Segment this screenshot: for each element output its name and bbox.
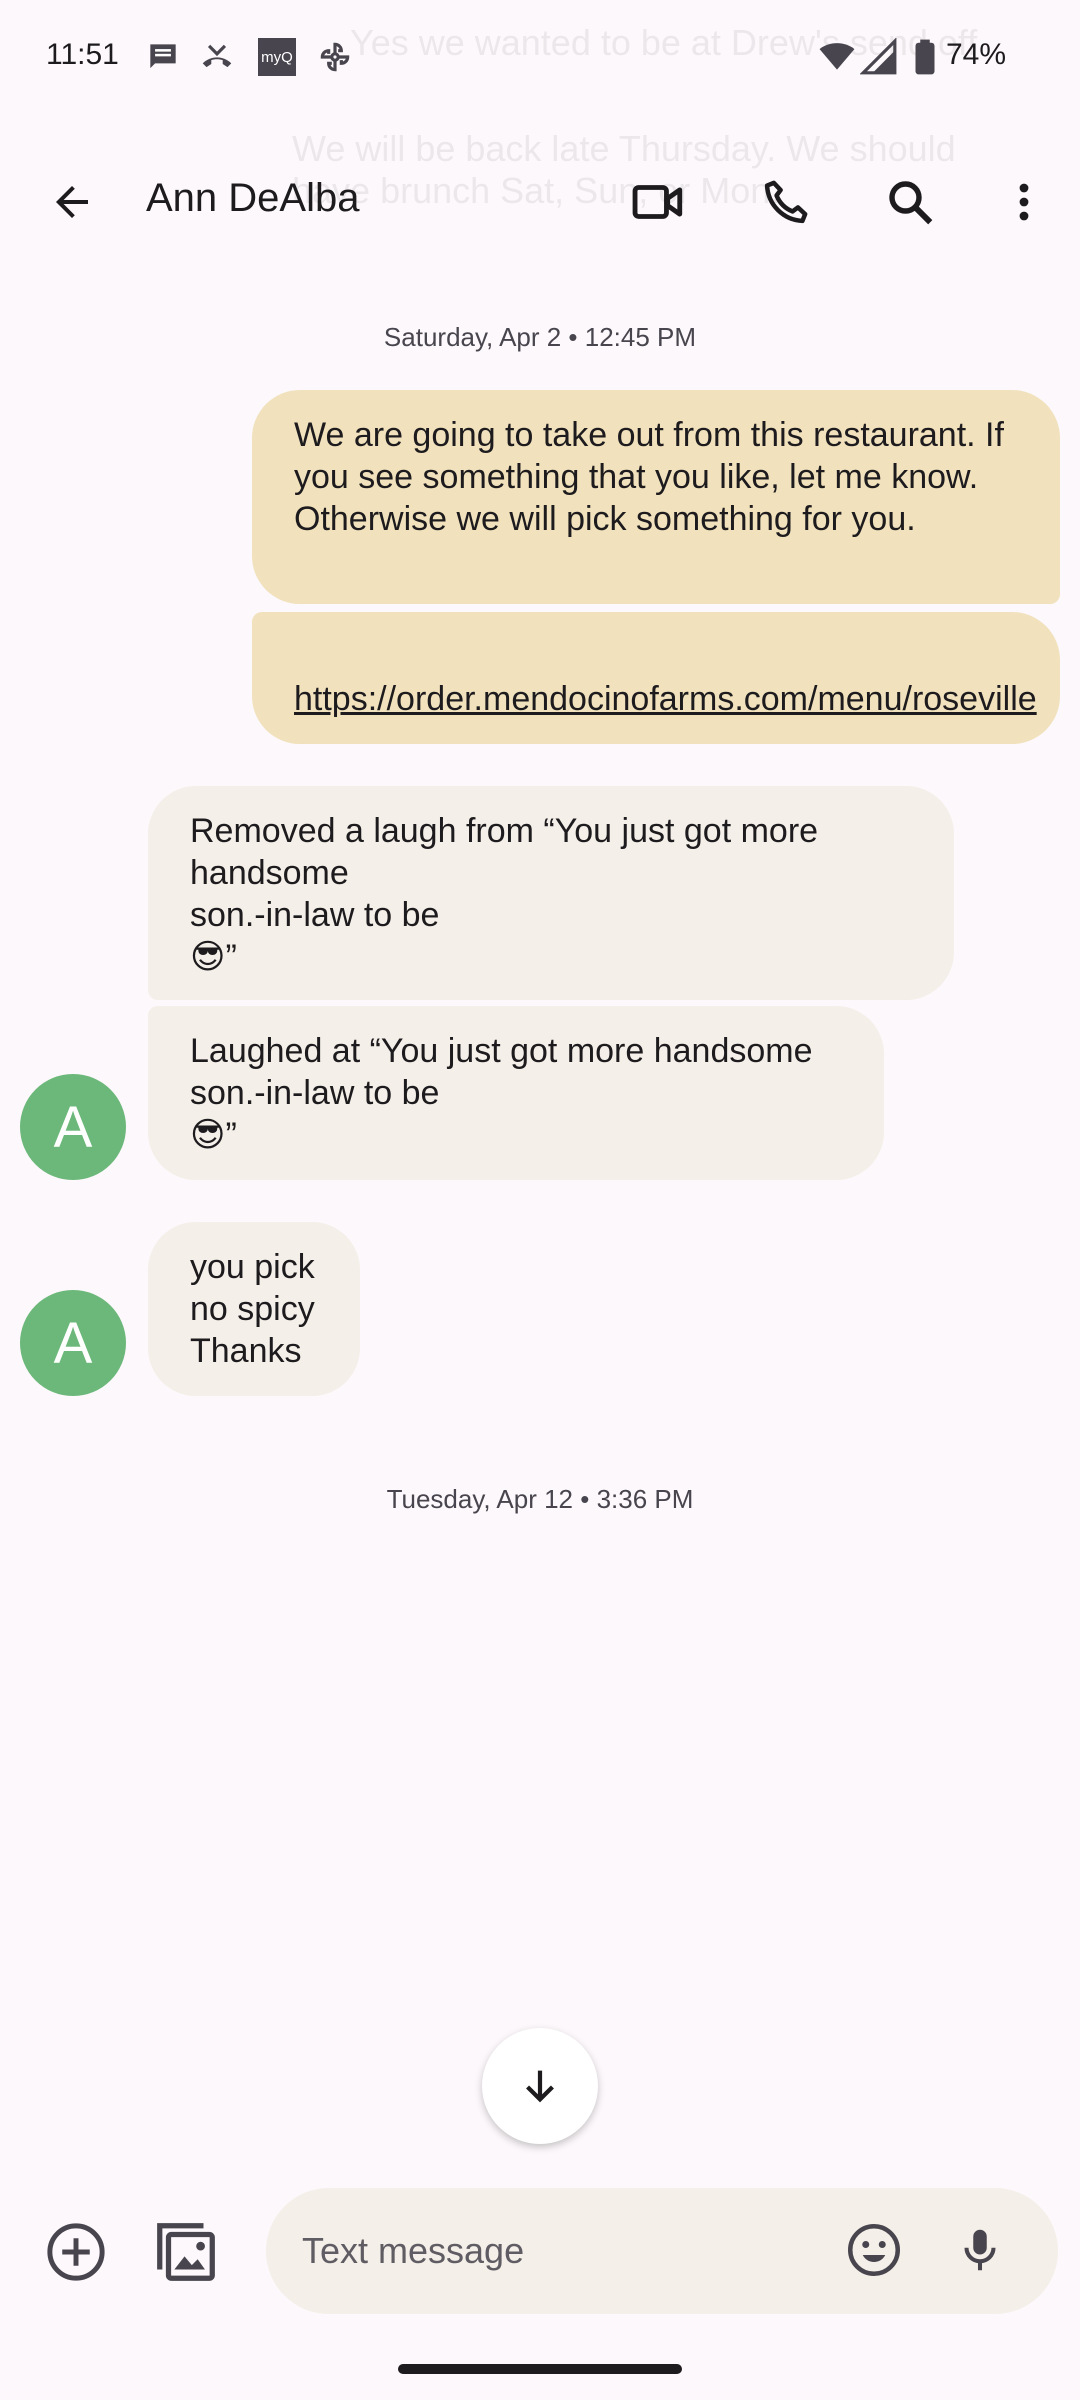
add-circle-icon	[43, 2219, 109, 2285]
message-timestamp: Tuesday, Apr 12 • 3:36 PM	[386, 1484, 694, 1514]
wifi-icon	[818, 38, 856, 76]
contact-avatar[interactable]: A	[20, 1290, 126, 1396]
search-icon	[883, 175, 937, 229]
add-attachment-button[interactable]	[34, 2210, 118, 2294]
more-options-button[interactable]	[982, 160, 1066, 244]
video-call-button[interactable]	[616, 160, 700, 244]
cell-signal-icon	[860, 38, 898, 76]
contact-name[interactable]: Ann DeAlba	[146, 176, 359, 221]
back-arrow-icon	[48, 178, 96, 226]
text-message-input[interactable]	[302, 2188, 802, 2314]
messages-notification-icon	[144, 38, 182, 76]
messages-app: Yes we wanted to be at Drew's send off W…	[0, 0, 1080, 2400]
voice-input-button[interactable]	[938, 2208, 1022, 2292]
mic-icon	[953, 2223, 1007, 2277]
search-button[interactable]	[868, 160, 952, 244]
outgoing-message-bubble[interactable]: We are going to take out from this resta…	[252, 390, 1060, 604]
missed-call-icon	[198, 38, 236, 76]
myq-app-icon: myQ	[258, 38, 296, 76]
phone-icon	[759, 175, 813, 229]
incoming-reaction-removed-bubble[interactable]: Removed a laugh from “You just got more …	[148, 786, 954, 1000]
conversation-top-bar: Ann DeAlba	[0, 140, 1080, 264]
video-call-icon	[629, 173, 687, 231]
contact-avatar[interactable]: A	[20, 1074, 126, 1180]
emoji-button[interactable]	[832, 2208, 916, 2292]
message-timestamp: Saturday, Apr 2 • 12:45 PM	[383, 322, 697, 352]
incoming-message-bubble[interactable]: you pick no spicy Thanks	[148, 1222, 360, 1396]
status-bar: 11:51 myQ 74%	[0, 0, 1080, 120]
pinwheel-icon	[316, 38, 354, 76]
more-vert-icon	[1000, 178, 1048, 226]
phone-call-button[interactable]	[744, 160, 828, 244]
scroll-to-bottom-button[interactable]	[482, 2028, 598, 2144]
status-time: 11:51	[46, 38, 119, 71]
incoming-reaction-bubble[interactable]: Laughed at “You just got more handsome s…	[148, 1006, 884, 1180]
gallery-icon	[151, 2217, 221, 2287]
home-gesture-bar[interactable]	[398, 2364, 682, 2374]
outgoing-link-bubble[interactable]: https://order.mendocinofarms.com/menu/ro…	[252, 612, 1060, 744]
menu-link[interactable]: https://order.mendocinofarms.com/menu/ro…	[294, 680, 1037, 718]
battery-icon	[906, 38, 944, 76]
battery-percent: 74%	[946, 38, 1007, 71]
arrow-down-icon	[517, 2063, 563, 2109]
back-button[interactable]	[30, 160, 114, 244]
gallery-camera-button[interactable]	[144, 2210, 228, 2294]
emoji-icon	[844, 2220, 904, 2280]
compose-box[interactable]	[266, 2188, 1058, 2314]
